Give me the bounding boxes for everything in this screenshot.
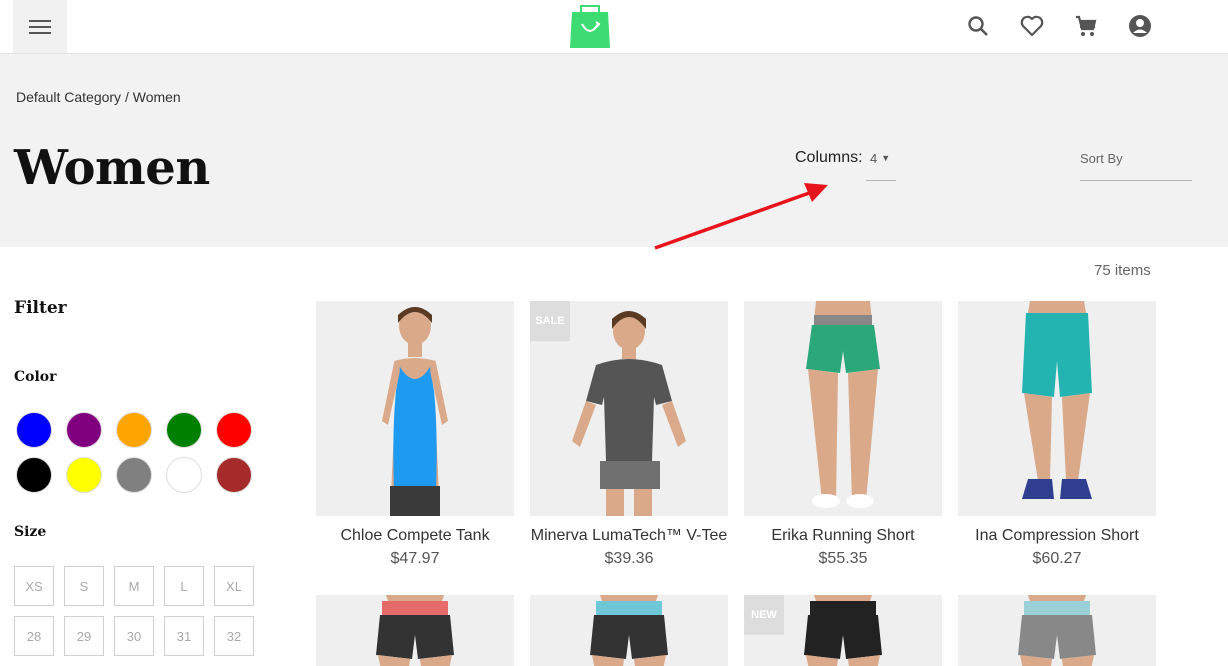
annotation-arrow: [654, 183, 828, 250]
breadcrumb: Default Category / Women: [16, 89, 181, 105]
product-name[interactable]: Minerva LumaTech™ V-Tee: [530, 527, 728, 545]
product-card[interactable]: Erika Running Short $55.35: [744, 301, 942, 568]
size-option[interactable]: L: [164, 566, 204, 606]
columns-label: Columns:: [795, 149, 863, 166]
product-card[interactable]: Ina Compression Short $60.27: [958, 301, 1156, 568]
product-image[interactable]: [316, 301, 514, 516]
color-swatch[interactable]: [16, 457, 52, 493]
product-image[interactable]: [958, 301, 1156, 516]
page-title: Women: [14, 140, 210, 196]
size-option[interactable]: 30: [114, 616, 154, 656]
product-card[interactable]: [316, 595, 514, 666]
product-image[interactable]: SALE: [530, 301, 728, 516]
product-image[interactable]: [744, 301, 942, 516]
new-badge: NEW: [744, 595, 784, 635]
color-swatch[interactable]: [16, 412, 52, 448]
hamburger-menu-icon: [29, 19, 51, 34]
size-option[interactable]: S: [64, 566, 104, 606]
product-name[interactable]: Ina Compression Short: [958, 527, 1156, 545]
color-swatch[interactable]: [66, 412, 102, 448]
columns-select[interactable]: 4 ▼: [866, 146, 896, 181]
breadcrumb-item-women: Women: [132, 89, 181, 105]
color-swatch[interactable]: [216, 457, 252, 493]
product-price: $39.36: [604, 550, 654, 567]
color-swatch[interactable]: [166, 412, 202, 448]
wishlist-heart-icon[interactable]: [1018, 12, 1046, 40]
product-price: $55.35: [818, 550, 868, 567]
size-filter-title: Size: [14, 524, 47, 540]
product-card[interactable]: [530, 595, 728, 666]
product-image[interactable]: NEW: [744, 595, 942, 666]
color-swatch[interactable]: [216, 412, 252, 448]
product-price: $60.27: [1032, 550, 1082, 567]
account-icon[interactable]: [1126, 12, 1154, 40]
size-option[interactable]: XL: [214, 566, 254, 606]
color-swatch[interactable]: [116, 412, 152, 448]
filter-title: Filter: [14, 298, 67, 318]
size-option[interactable]: 31: [164, 616, 204, 656]
product-name[interactable]: Erika Running Short: [744, 527, 942, 545]
color-swatch[interactable]: [116, 457, 152, 493]
cart-icon[interactable]: [1072, 12, 1100, 40]
breadcrumb-item-default-category[interactable]: Default Category: [16, 89, 121, 105]
product-card[interactable]: SALE Minerva LumaTech™ V-Tee $39.36: [530, 301, 728, 568]
items-count: 75 items: [1094, 262, 1151, 279]
product-name[interactable]: Chloe Compete Tank: [316, 527, 514, 545]
caret-down-icon: ▼: [881, 153, 891, 163]
sale-badge: SALE: [530, 301, 570, 341]
product-card[interactable]: Chloe Compete Tank $47.97: [316, 301, 514, 568]
product-image[interactable]: [958, 595, 1156, 666]
breadcrumb-separator: /: [124, 89, 129, 105]
product-price: $47.97: [390, 550, 440, 567]
product-image[interactable]: [316, 595, 514, 666]
color-swatch[interactable]: [66, 457, 102, 493]
color-filter-title: Color: [14, 369, 57, 385]
top-header: [0, 0, 1228, 54]
color-swatch[interactable]: [166, 457, 202, 493]
category-hero: Default Category / Women Women Columns: …: [0, 54, 1228, 247]
product-card[interactable]: [958, 595, 1156, 666]
columns-value: 4: [870, 151, 878, 166]
size-option[interactable]: 32: [214, 616, 254, 656]
menu-button[interactable]: [13, 0, 67, 53]
size-option[interactable]: M: [114, 566, 154, 606]
sort-by-select[interactable]: Sort By: [1080, 146, 1192, 181]
size-option[interactable]: XS: [14, 566, 54, 606]
search-icon[interactable]: [964, 12, 992, 40]
product-image[interactable]: [530, 595, 728, 666]
product-card[interactable]: NEW: [744, 595, 942, 666]
size-option[interactable]: 29: [64, 616, 104, 656]
size-option[interactable]: 28: [14, 616, 54, 656]
shopping-bag-logo[interactable]: [569, 4, 611, 48]
